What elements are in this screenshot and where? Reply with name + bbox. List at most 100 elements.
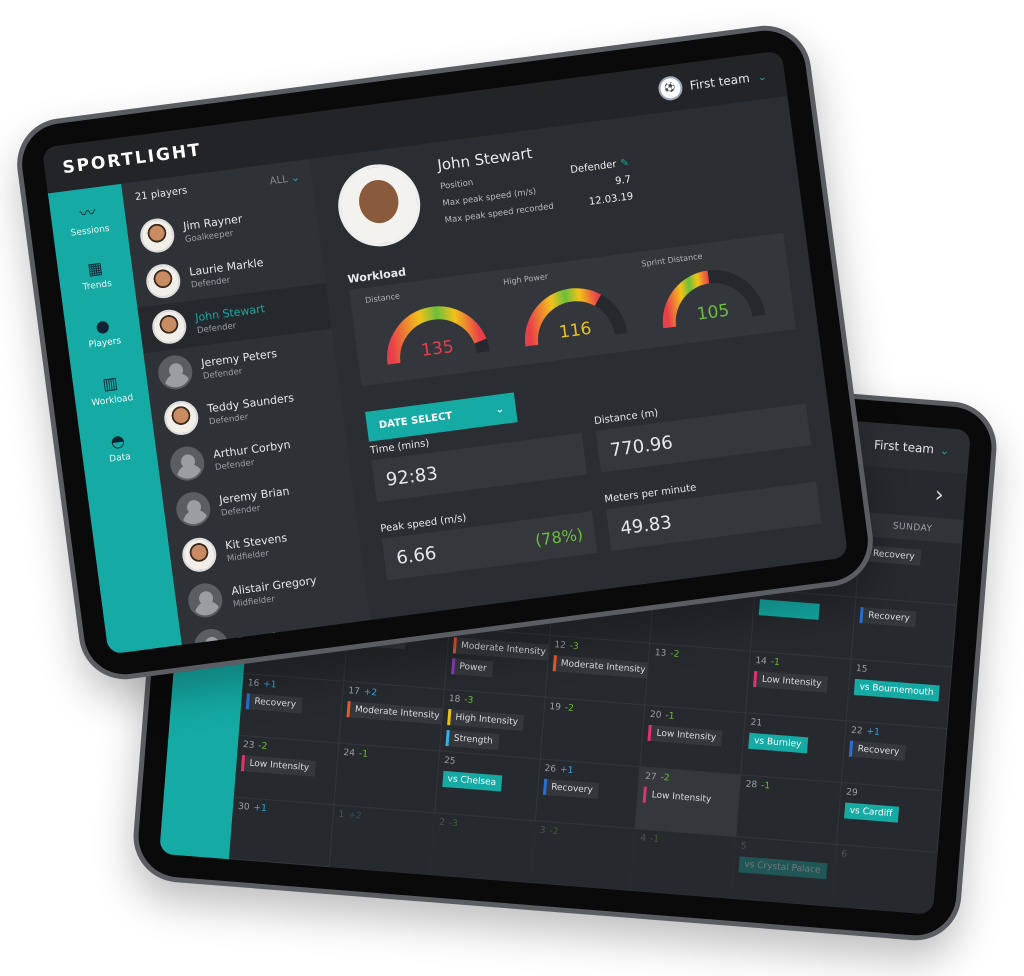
calendar-day[interactable]: 29 vs Cardiff <box>837 783 943 853</box>
day-number: 4 -1 <box>639 833 660 845</box>
day-delta: +2 <box>363 687 378 699</box>
pulse-icon: 〰 <box>78 201 97 223</box>
day-number: 6 <box>840 849 848 860</box>
gauge-value: 135 <box>420 337 455 361</box>
calendar-day[interactable]: 24 -1 <box>334 743 440 814</box>
chevron-down-icon[interactable]: ⌄ <box>940 443 950 457</box>
day-delta: -2 <box>660 772 670 784</box>
day-number: 20 -1 <box>649 709 675 722</box>
session-tag[interactable]: vs Burnley <box>748 732 808 754</box>
session-tag[interactable]: vs Crystal Palace <box>738 856 828 880</box>
calendar-day[interactable]: 1 +2 <box>329 805 435 876</box>
calendar-day[interactable]: 25 vs Chelsea <box>434 751 541 822</box>
filter-dropdown[interactable]: ALL ⌄ <box>269 171 301 188</box>
session-tag[interactable]: Power <box>450 658 494 678</box>
day-number: 12 -3 <box>553 640 580 653</box>
day-number: 14 -1 <box>754 656 781 668</box>
day-number: 16 +1 <box>247 678 277 691</box>
day-number: 1 +2 <box>338 809 362 822</box>
session-tag[interactable]: vs Chelsea <box>441 770 503 792</box>
session-tag[interactable]: Low Intensity <box>753 670 829 693</box>
day-number: 19 -2 <box>549 701 575 714</box>
calendar-day[interactable] <box>751 589 857 660</box>
calendar-day[interactable]: 16 +1 Recovery <box>238 673 345 744</box>
day-number: 17 +2 <box>347 686 378 699</box>
player-tablet: SPORTLIGHT ⚽ First team ⌄ 〰 Sessions ▦ Tren… <box>11 20 879 685</box>
day-number: 29 <box>845 787 859 799</box>
chevron-down-icon: ⌄ <box>756 69 768 84</box>
calendar-day[interactable]: 26 +1 Recovery <box>535 759 641 830</box>
calendar-day[interactable]: 30 +1 <box>228 797 335 868</box>
day-number: 13 -2 <box>654 648 680 660</box>
avatar <box>144 262 183 301</box>
calendar-day[interactable]: 12 -3 Moderate Intensity <box>545 635 651 706</box>
max-speed-value: 9.7 <box>614 174 632 188</box>
session-tag[interactable]: vs Cardiff <box>844 802 899 823</box>
session-tag[interactable]: Moderate Intensity <box>452 637 551 661</box>
day-number: 21 <box>750 717 763 729</box>
calendar-day[interactable]: 18 -3 High Intensity Strength <box>439 689 546 760</box>
calendar-day[interactable]: 23 -2 Low Intensity <box>233 735 340 806</box>
day-delta: +1 <box>262 679 277 691</box>
session-tag[interactable]: Recovery <box>542 778 600 800</box>
session-tag[interactable]: Recovery <box>849 740 906 762</box>
calendar-day[interactable]: 28 -1 <box>736 775 842 845</box>
calendar-day[interactable]: Recovery <box>851 597 958 668</box>
calendar-day[interactable]: 22 +1 Recovery <box>841 721 948 792</box>
session-tag[interactable]: Moderate Intensity <box>346 701 445 725</box>
session-tag[interactable]: Low Intensity <box>647 724 723 747</box>
session-tag[interactable]: High Intensity <box>446 709 525 732</box>
player-count: 21 players <box>134 185 188 204</box>
metric-value: 49.83 <box>619 511 673 540</box>
session-tag[interactable]: Recovery <box>864 545 922 566</box>
day-number: 30 +1 <box>237 801 268 815</box>
calendar-day[interactable]: 5 vs Crystal Palace <box>731 837 838 907</box>
sidebar-item-workload[interactable]: ▥ Workload <box>71 356 152 423</box>
day-delta: -3 <box>569 641 580 653</box>
sidebar-item-trends[interactable]: ▦ Trends <box>55 241 136 308</box>
gauge-distance: Distance 135 <box>365 279 505 378</box>
day-delta: -3 <box>448 818 459 830</box>
calendar-day[interactable]: 14 -1 Low Intensity <box>746 651 852 722</box>
calendar-day[interactable]: 4 -1 <box>631 829 737 899</box>
edit-icon[interactable]: ✎ <box>620 157 630 169</box>
session-tag[interactable] <box>758 599 821 620</box>
team-selector[interactable]: ⚽ First team ⌄ <box>656 64 769 102</box>
session-tag[interactable]: vs Bournemouth <box>853 678 941 702</box>
calendar-day[interactable]: 13 -2 <box>645 643 752 714</box>
session-tag[interactable]: Low Intensity <box>643 786 718 809</box>
calendar-day[interactable]: 6 <box>832 844 938 915</box>
day-delta: -1 <box>358 749 369 760</box>
day-number: 23 -2 <box>242 740 268 752</box>
calendar-day[interactable]: 19 -2 <box>540 697 646 768</box>
calendar-day[interactable]: 21 vs Burnley <box>741 713 847 784</box>
calendar-day[interactable]: 3 -2 <box>530 821 636 891</box>
calendar-day[interactable]: 15 vs Bournemouth <box>846 659 953 730</box>
gauge-value: 105 <box>696 301 731 325</box>
day-number: 2 -3 <box>438 817 459 830</box>
session-tag[interactable]: Moderate Intensity <box>552 655 651 679</box>
day-delta: -2 <box>669 649 680 660</box>
sidebar-item-label: Data <box>108 451 132 465</box>
session-tag[interactable]: Recovery <box>245 693 303 714</box>
sidebar-item-sessions[interactable]: 〰 Sessions <box>48 184 129 251</box>
bar-chart-icon: ▥ <box>101 373 119 394</box>
player-photo <box>333 159 426 252</box>
calendar-day[interactable]: Moderate Intensity Power <box>444 627 551 698</box>
sidebar-item-label: Players <box>88 336 122 351</box>
session-tag[interactable]: Low Intensity <box>240 755 316 777</box>
sidebar-item-label: Workload <box>90 393 134 409</box>
position-value: Defender ✎ <box>569 157 630 177</box>
session-tag[interactable]: Recovery <box>859 607 917 628</box>
sidebar-item-data[interactable]: ◓ Data <box>78 414 159 481</box>
day-delta: -1 <box>649 834 660 845</box>
sidebar-item-players[interactable]: ● Players <box>63 299 144 366</box>
calendar-day[interactable]: 2 -3 <box>429 813 536 884</box>
session-tag[interactable]: Strength <box>445 729 500 751</box>
calendar-day[interactable]: 17 +2 Moderate Intensity <box>339 681 445 752</box>
day-number: 5 <box>740 841 747 852</box>
team-selector[interactable]: First team <box>873 438 934 457</box>
calendar-day[interactable]: 20 -1 Low Intensity <box>640 705 747 776</box>
calendar-day[interactable]: 27 -2 Low Intensity <box>635 767 742 838</box>
chevron-right-icon[interactable]: › <box>934 482 945 508</box>
